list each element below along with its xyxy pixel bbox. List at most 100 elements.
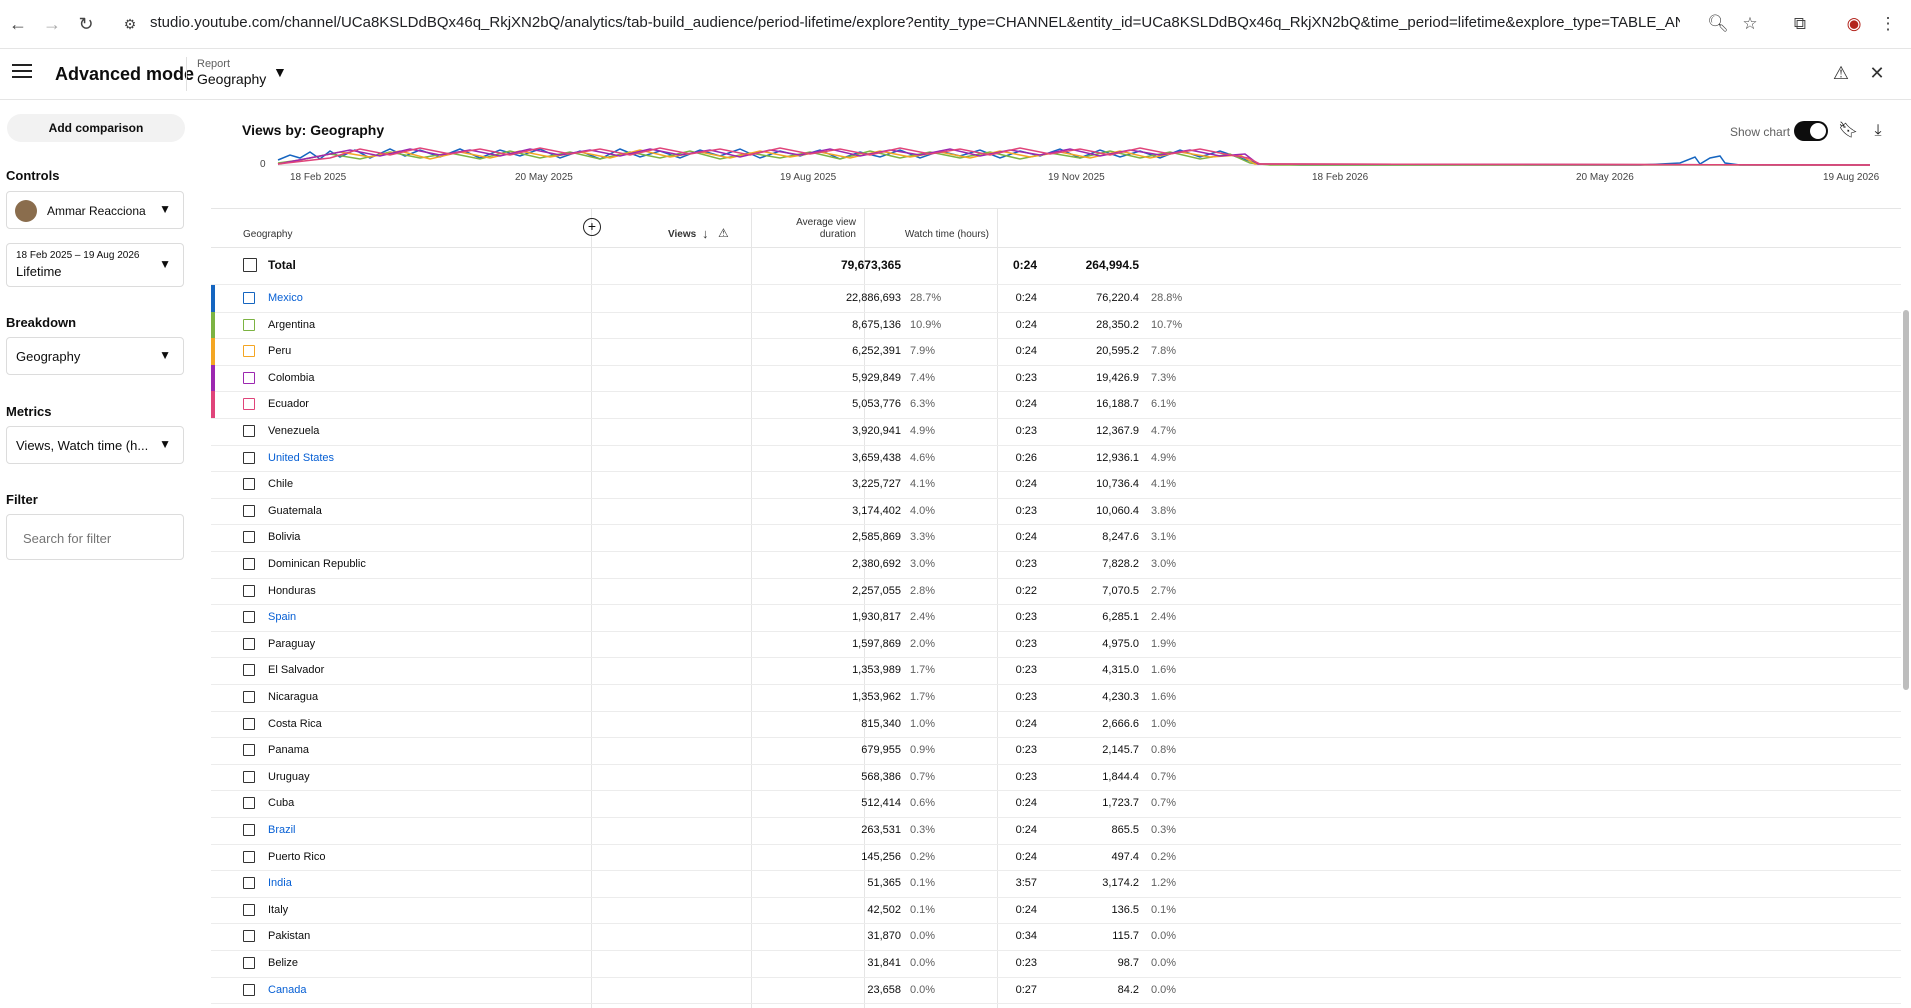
table-row[interactable]: Dominican Republic 2,380,692 3.0% 0:23 7,828… (211, 551, 1901, 579)
address-bar[interactable]: studio.youtube.com/channel/UCa8KSLDdBQx4… (150, 14, 1680, 31)
table-row[interactable]: Bolivia 2,585,869 3.3% 0:24 8,247.6 3.1% (211, 524, 1901, 552)
chevron-down-icon: ▼ (159, 348, 171, 362)
table-row[interactable]: Panama 679,955 0.9% 0:23 2,145.7 0.8% (211, 737, 1901, 765)
date-range-selector[interactable]: 18 Feb 2025 – 19 Aug 2026 Lifetime ▼ (6, 243, 184, 287)
table-row[interactable]: Guatemala 3,174,402 4.0% 0:23 10,060.4 3.8% (211, 498, 1901, 526)
feedback-icon[interactable]: ⚠ (1830, 62, 1852, 84)
header-views[interactable]: Views (668, 229, 696, 240)
header-avd-line2[interactable]: duration (788, 229, 856, 240)
row-checkbox[interactable] (243, 258, 257, 272)
download-icon[interactable]: ⤓ (1868, 121, 1888, 141)
row-checkbox[interactable] (243, 345, 255, 358)
breakdown-selector[interactable]: Geography ▼ (6, 337, 184, 375)
header-geography[interactable]: Geography (243, 229, 292, 240)
row-checkbox[interactable] (243, 398, 255, 411)
row-checkbox[interactable] (243, 957, 255, 969)
row-checkbox[interactable] (243, 983, 255, 996)
back-arrow-icon[interactable]: ← (6, 12, 30, 36)
table-row[interactable]: Canada 23,658 0.0% 0:27 84.2 0.0% (211, 977, 1901, 1005)
table-row[interactable]: Paraguay 1,597,869 2.0% 0:23 4,975.0 1.9% (211, 631, 1901, 659)
country-name[interactable]: Brazil (268, 824, 296, 836)
row-checkbox[interactable] (243, 824, 255, 836)
header-watch-time[interactable]: Watch time (hours) (895, 229, 989, 240)
table-row[interactable]: Argentina 8,675,136 10.9% 0:24 28,350.2 10.7% (211, 311, 1901, 340)
bookmark-star-icon[interactable]: ☆ (1738, 12, 1762, 36)
country-name[interactable]: Mexico (268, 292, 303, 304)
row-checkbox[interactable] (243, 717, 255, 730)
country-name[interactable]: India (268, 877, 292, 889)
report-selector[interactable]: Geography (197, 71, 266, 87)
views-value: 2,257,055 (852, 584, 901, 597)
watch-time-percent: 4.1% (1151, 478, 1177, 491)
add-column-icon[interactable]: + (583, 218, 601, 236)
table-row[interactable]: Nicaragua 1,353,962 1.7% 0:23 4,230.3 1.6% (211, 684, 1901, 712)
table-row[interactable]: Venezuela 3,920,941 4.9% 0:23 12,367.9 4.7% (211, 418, 1901, 446)
row-checkbox[interactable] (243, 770, 255, 783)
row-checkbox[interactable] (243, 691, 255, 703)
row-checkbox[interactable] (243, 903, 255, 916)
table-row[interactable]: Costa Rica 815,340 1.0% 0:24 2,666.6 1.0% (211, 711, 1901, 739)
table-row[interactable]: Uruguay 568,386 0.7% 0:23 1,844.4 0.7% (211, 764, 1901, 792)
table-row[interactable]: Brazil 263,531 0.3% 0:24 865.5 0.3% (211, 817, 1901, 845)
row-checkbox[interactable] (243, 664, 255, 677)
table-row[interactable]: Italy 42,502 0.1% 0:24 136.5 0.1% (211, 897, 1901, 925)
header-avd-line1[interactable]: Average view (788, 217, 856, 228)
avd-value: 0:23 (1015, 957, 1037, 969)
table-row[interactable]: Peru 6,252,391 7.9% 0:24 20,595.2 7.8% (211, 338, 1901, 366)
table-row[interactable]: Spain 1,930,817 2.4% 0:23 6,285.1 2.4% (211, 604, 1901, 632)
site-info-icon[interactable]: ⚙ (118, 12, 142, 36)
table-row[interactable]: Belize 31,841 0.0% 0:23 98.7 0.0% (211, 950, 1901, 978)
row-checkbox[interactable] (243, 584, 255, 597)
table-row[interactable]: United States 3,659,438 4.6% 0:26 12,936.1 4.… (211, 445, 1901, 473)
reload-icon[interactable]: ↻ (74, 12, 98, 36)
table-row[interactable]: India 51,365 0.1% 3:57 3,174.2 1.2% (211, 870, 1901, 898)
zoom-icon[interactable]: 🔍︎ (1706, 12, 1730, 36)
channel-selector[interactable]: Ammar Reacciona ▼ (6, 191, 184, 229)
row-checkbox[interactable] (243, 611, 255, 624)
sort-arrow-down-icon[interactable]: ↓ (702, 226, 709, 241)
warning-icon[interactable]: ⚠ (718, 226, 729, 240)
scrollbar[interactable] (1903, 150, 1909, 995)
table-row[interactable]: Pakistan 31,870 0.0% 0:34 115.7 0.0% (211, 923, 1901, 951)
country-name[interactable]: Spain (268, 611, 296, 623)
row-checkbox[interactable] (243, 451, 255, 464)
show-chart-toggle[interactable] (1794, 121, 1828, 141)
row-checkbox[interactable] (243, 930, 255, 943)
row-checkbox[interactable] (243, 318, 255, 331)
add-comparison-button[interactable]: Add comparison (7, 114, 185, 142)
row-checkbox[interactable] (243, 531, 255, 544)
table-row[interactable]: Puerto Rico 145,256 0.2% 0:24 497.4 0.2% (211, 844, 1901, 872)
chevron-down-icon[interactable]: ▼ (273, 64, 287, 80)
country-name[interactable]: Canada (268, 984, 307, 996)
forward-arrow-icon[interactable]: → (40, 12, 64, 36)
row-checkbox[interactable] (243, 371, 255, 384)
row-checkbox[interactable] (243, 637, 255, 650)
table-row[interactable]: Mexico 22,886,693 28.7% 0:24 76,220.4 28.8% (211, 285, 1901, 313)
row-checkbox[interactable] (243, 744, 255, 757)
table-row[interactable]: Cuba 512,414 0.6% 0:24 1,723.7 0.7% (211, 790, 1901, 818)
watch-time-percent: 0.0% (1151, 930, 1177, 943)
series-color-bar (211, 364, 215, 392)
row-checkbox[interactable] (243, 558, 255, 570)
table-row[interactable]: Colombia 5,929,849 7.4% 0:23 19,426.9 7.3% (211, 364, 1901, 393)
metrics-selector[interactable]: Views, Watch time (h... ▼ (6, 426, 184, 464)
table-row[interactable]: El Salvador 1,353,989 1.7% 0:23 4,315.0 1.6% (211, 657, 1901, 685)
country-name[interactable]: United States (268, 452, 334, 464)
row-checkbox[interactable] (243, 877, 255, 890)
menu-icon[interactable] (12, 64, 32, 80)
profile-icon[interactable]: ◉ (1842, 12, 1866, 36)
row-checkbox[interactable] (243, 850, 255, 863)
row-checkbox[interactable] (243, 797, 255, 810)
row-checkbox[interactable] (243, 504, 255, 517)
row-checkbox[interactable] (243, 478, 255, 491)
row-checkbox[interactable] (243, 425, 255, 437)
table-row[interactable]: Ecuador 5,053,776 6.3% 0:24 16,188.7 6.1% (211, 391, 1901, 419)
bookmark-icon[interactable]: 🔖︎ (1838, 121, 1858, 141)
table-row[interactable]: Chile 3,225,727 4.1% 0:24 10,736.4 4.1% (211, 471, 1901, 499)
filter-search-input[interactable] (21, 530, 175, 547)
table-row[interactable]: Honduras 2,257,055 2.8% 0:22 7,070.5 2.7% (211, 578, 1901, 606)
row-checkbox[interactable] (243, 292, 255, 304)
browser-menu-icon[interactable]: ⋮ (1876, 12, 1900, 36)
close-icon[interactable]: ✕ (1866, 62, 1888, 84)
extensions-icon[interactable]: ⧉ (1788, 12, 1812, 36)
